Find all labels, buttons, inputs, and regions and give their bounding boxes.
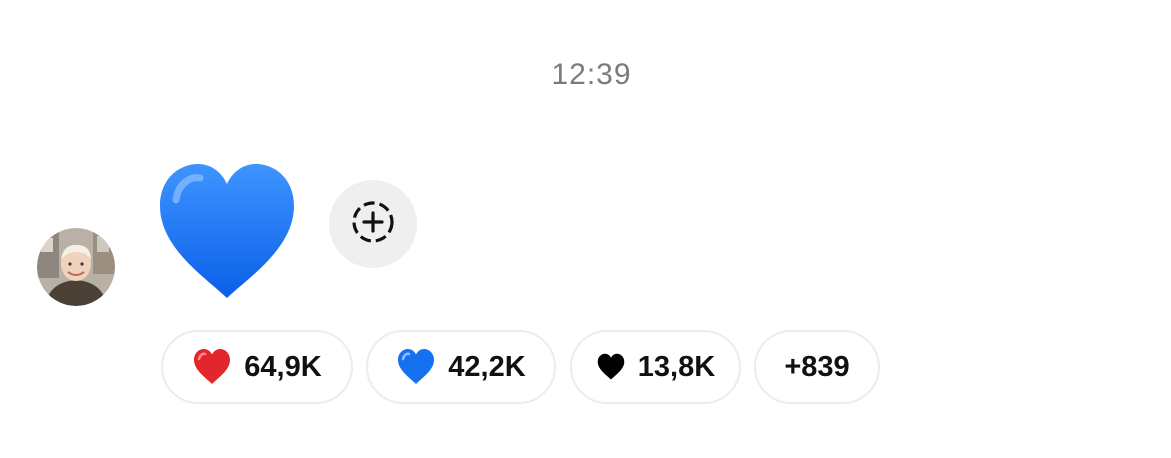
message-timestamp: 12:39 xyxy=(551,58,632,91)
blue-heart-emoji-message[interactable] xyxy=(156,160,298,300)
dashed-circle-plus-icon xyxy=(350,199,396,250)
reaction-pill-red-heart[interactable]: 64,9K xyxy=(161,330,353,404)
reaction-pill-black-heart[interactable]: 13,8K xyxy=(570,330,741,404)
reaction-pill-blue-heart[interactable]: 42,2K xyxy=(366,330,556,404)
red-heart-icon xyxy=(192,348,232,386)
more-reactions-pill[interactable]: +839 xyxy=(754,330,880,404)
reaction-count: 42,2K xyxy=(448,350,526,383)
reaction-count: 64,9K xyxy=(244,350,322,383)
black-heart-icon xyxy=(596,353,626,381)
blue-heart-icon xyxy=(396,348,436,386)
sender-avatar[interactable] xyxy=(37,228,115,306)
reaction-count: 13,8K xyxy=(637,350,716,383)
add-reaction-button[interactable] xyxy=(329,180,417,268)
more-reactions-count: +839 xyxy=(784,350,850,383)
